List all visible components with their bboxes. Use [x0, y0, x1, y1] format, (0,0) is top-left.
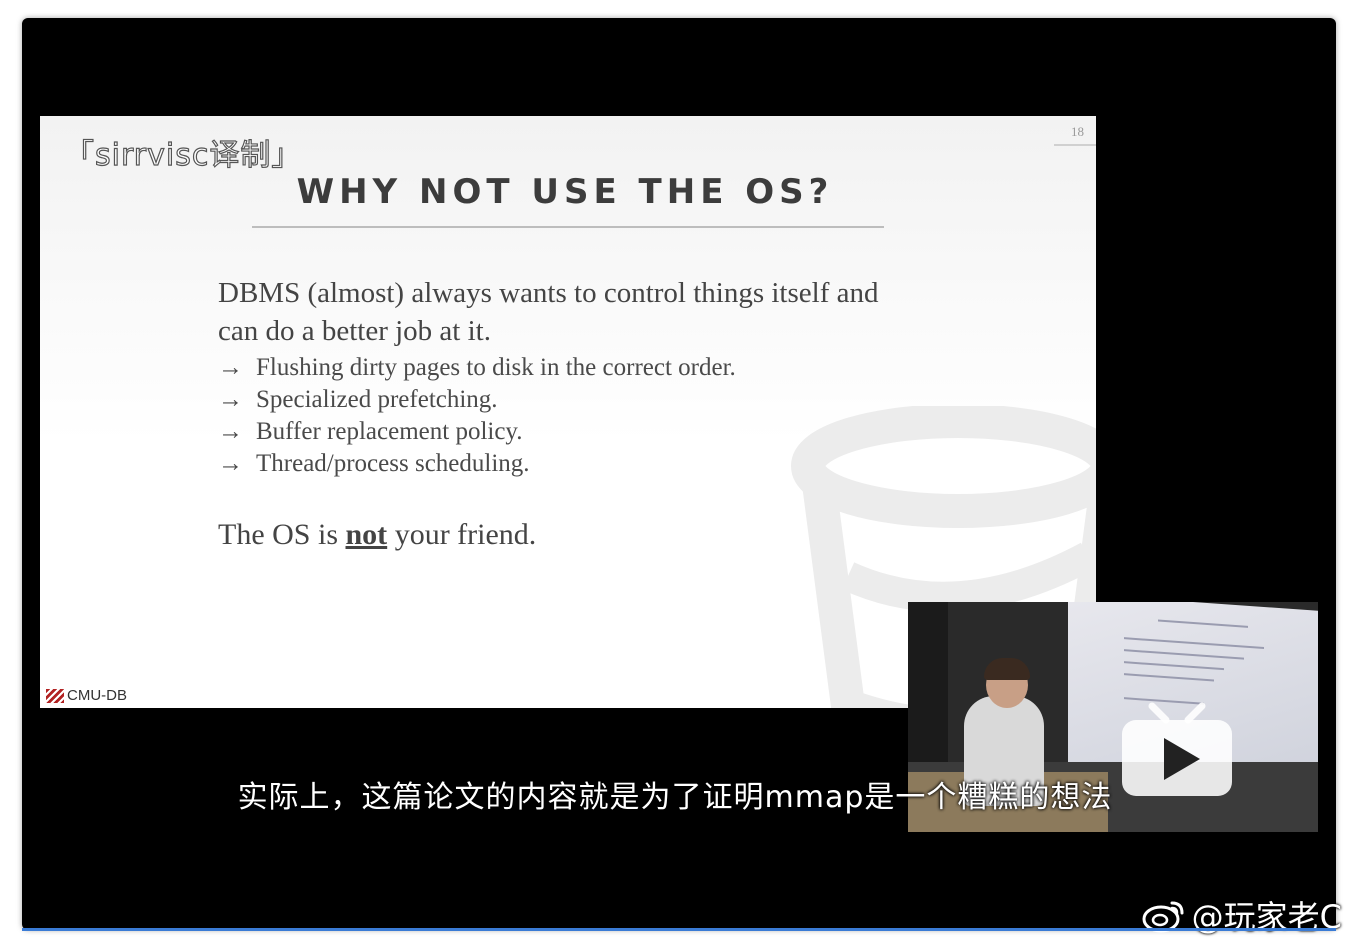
bullet-item: → Buffer replacement policy. [218, 416, 918, 448]
screen-line [1124, 661, 1224, 671]
slide-lead-text: DBMS (almost) always wants to control th… [218, 277, 879, 347]
screen-line [1124, 673, 1214, 682]
screen-line [1124, 637, 1264, 649]
page-number-rule [1054, 144, 1096, 146]
slide-page-number: 18 [1071, 124, 1084, 139]
slide-closing-text: The OS is not your friend. [218, 518, 918, 552]
weibo-handle: @玩家老C [1191, 898, 1342, 936]
arrow-icon: → [218, 354, 243, 381]
closing-post: your friend. [387, 518, 537, 551]
cmu-logo-text: CMU-DB [67, 687, 127, 704]
bullet-text: Specialized prefetching. [256, 386, 498, 413]
bullet-item: → Flushing dirty pages to disk in the cor… [218, 352, 918, 384]
bullet-text: Buffer replacement policy. [256, 418, 523, 445]
bullet-text: Flushing dirty pages to disk in the corr… [256, 354, 736, 381]
screen-line [1124, 649, 1244, 660]
cmu-logo-icon [46, 688, 64, 703]
arrow-icon: → [218, 450, 243, 477]
translator-watermark: 「sirrvisc译制」 [63, 137, 303, 173]
closing-emphasis: not [345, 518, 388, 551]
bullet-text: Thread/process scheduling. [256, 450, 530, 477]
closing-pre: The OS is [218, 518, 346, 551]
frame-accent-line [22, 928, 1336, 931]
arrow-icon: → [218, 418, 243, 445]
subtitle-text: 实际上，这篇论文的内容就是为了证明mmap是一个糟糕的想法 [237, 780, 1113, 815]
slide-bullet-list: → Flushing dirty pages to disk in the cor… [218, 352, 918, 480]
screen-line [1158, 619, 1248, 628]
arrow-icon: → [218, 386, 243, 413]
bullet-item: → Specialized prefetching. [218, 384, 918, 416]
speaker-hair [984, 658, 1030, 680]
slide-title: WHY NOT USE THE OS? [296, 172, 834, 212]
weibo-watermark: @玩家老C [1142, 892, 1342, 938]
bullet-item: → Thread/process scheduling. [218, 448, 918, 480]
video-subtitle: 实际上，这篇论文的内容就是为了证明mmap是一个糟糕的想法 [0, 772, 1354, 816]
title-underline [252, 226, 884, 228]
cmu-db-logo: CMU-DB [46, 687, 127, 704]
slide-body: DBMS (almost) always wants to control th… [218, 274, 918, 552]
